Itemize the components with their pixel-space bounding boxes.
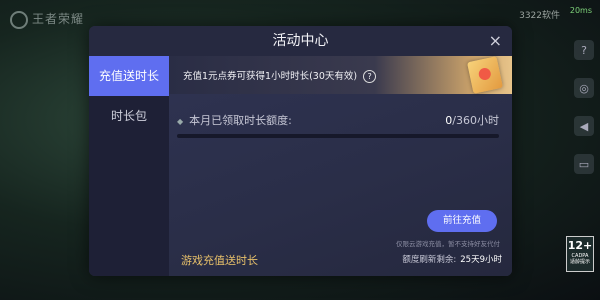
volume-icon[interactable]: ◀ <box>574 116 594 136</box>
quota-progress-bar <box>177 134 499 138</box>
activity-center-dialog: 活动中心 × 充值送时长 时长包 充值1元点券可获得1小时时长(30天有效)? … <box>89 26 512 276</box>
go-recharge-button[interactable]: 前往充值 <box>427 210 497 232</box>
logo-ring-icon <box>10 10 28 29</box>
refresh-label: 额度刷新剩余: <box>402 255 457 265</box>
quota-row: ◆ 本月已领取时长额度: 0/360小时 <box>177 112 499 128</box>
tab-content: 充值1元点券可获得1小时时长(30天有效)? ◆ 本月已领取时长额度: 0/360… <box>169 56 512 276</box>
quota-value: 0/360小时 <box>445 112 499 128</box>
dialog-title: 活动中心 <box>89 26 512 56</box>
tab-time-pack[interactable]: 时长包 <box>89 96 169 136</box>
diamond-bullet-icon: ◆ <box>177 117 184 126</box>
promo-banner: 充值1元点券可获得1小时时长(30天有效)? <box>169 56 512 94</box>
tab-recharge-bonus[interactable]: 充值送时长 <box>89 56 169 96</box>
refresh-countdown: 额度刷新剩余: 25天9小时 <box>402 253 502 265</box>
age-rating-text: 12+ <box>567 239 593 252</box>
tab-list: 充值送时长 时长包 <box>89 56 169 276</box>
age-rating-badge: 12+ CADPA 适龄提示 <box>566 236 594 272</box>
side-toolbar: ? ◎ ◀ ▭ <box>574 40 594 174</box>
gift-voucher-icon <box>467 56 503 94</box>
age-rating-caption: 适龄提示 <box>569 259 590 265</box>
quota-label: 本月已领取时长额度: <box>189 114 292 127</box>
footer-row: 游戏充值送时长 额度刷新剩余: 25天9小时 <box>169 254 512 276</box>
status-text: 3322软件 <box>519 11 560 21</box>
game-logo: 王者荣耀 <box>10 10 84 29</box>
help-icon[interactable]: ? <box>574 40 594 60</box>
footer-title: 游戏充值送时长 <box>181 254 258 267</box>
refresh-value: 25天9小时 <box>460 255 502 265</box>
ping-indicator: 20ms <box>569 6 592 15</box>
banner-text-wrap: 充值1元点券可获得1小时时长(30天有效)? <box>183 68 377 83</box>
close-icon[interactable]: × <box>489 32 502 50</box>
question-icon[interactable]: ? <box>363 70 377 83</box>
logo-text: 王者荣耀 <box>32 12 85 26</box>
quota-total: /360小时 <box>452 114 499 127</box>
recharge-note: 仅限云游戏充值，暂不支持好友代付 <box>396 240 500 248</box>
keyboard-icon[interactable]: ▭ <box>574 154 594 174</box>
banner-text: 充值1元点券可获得1小时时长(30天有效) <box>183 71 358 82</box>
gamepad-icon[interactable]: ◎ <box>574 78 594 98</box>
